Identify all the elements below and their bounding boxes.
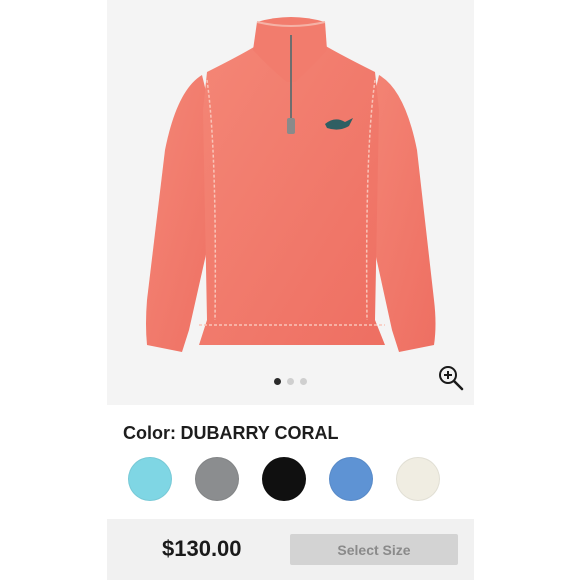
color-selection: Color: DUBARRY CORAL [107, 420, 474, 448]
color-prefix: Color: [123, 423, 176, 443]
swatch-black[interactable] [262, 457, 306, 501]
zoom-in-icon[interactable] [437, 364, 465, 392]
purchase-bar: $130.00 Select Size [107, 519, 474, 580]
swatch-off-white[interactable] [396, 457, 440, 501]
select-size-button[interactable]: Select Size [290, 534, 458, 565]
selected-color-name: DUBARRY CORAL [180, 423, 339, 443]
swatch-gray[interactable] [195, 457, 239, 501]
color-label: Color: DUBARRY CORAL [123, 423, 338, 444]
price: $130.00 [162, 536, 242, 561]
swatch-cornflower-blue[interactable] [329, 457, 373, 501]
pager-dot[interactable] [300, 378, 307, 385]
pager-dot[interactable] [274, 378, 281, 385]
product-gallery[interactable] [107, 0, 474, 405]
pager-dot[interactable] [287, 378, 294, 385]
product-image[interactable] [107, 0, 474, 370]
color-swatches [107, 457, 474, 505]
image-pager [107, 378, 474, 386]
swatch-light-aqua[interactable] [128, 457, 172, 501]
